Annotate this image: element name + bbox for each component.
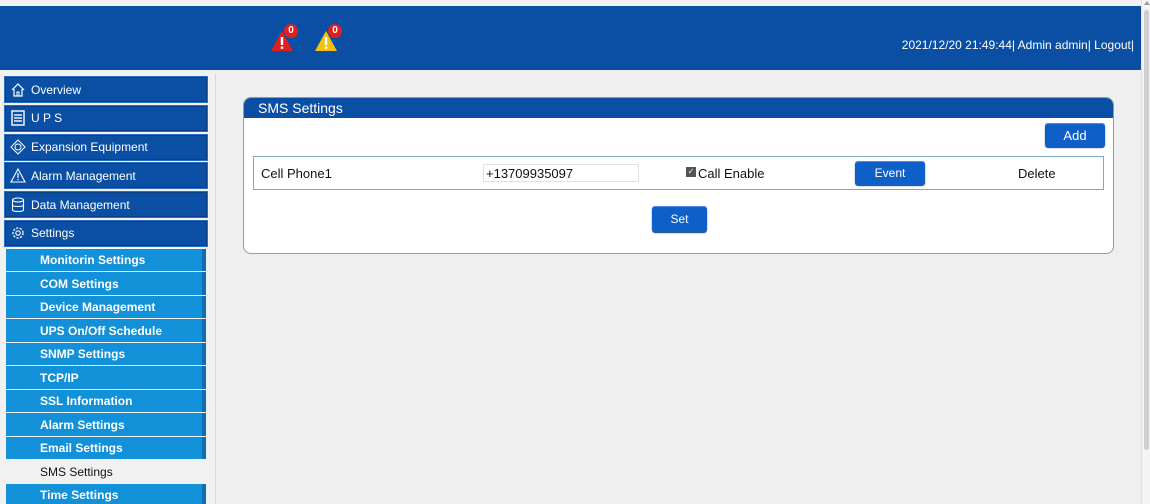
top-header: 0 0 2021/12/20 21:49:44| Admin admin| Lo… — [0, 6, 1141, 70]
event-button[interactable]: Event — [855, 161, 925, 185]
submenu-item-email-settings[interactable]: Email Settings — [6, 436, 206, 460]
sidebar-item-label: Settings — [31, 226, 75, 241]
sidebar-item-expansion-equipment[interactable]: Expansion Equipment — [4, 133, 208, 161]
current-user: Admin admin| — [1017, 38, 1091, 52]
submenu-item-snmp-settings[interactable]: SNMP Settings — [6, 342, 206, 366]
sidebar-item-label: Alarm Management — [31, 168, 136, 183]
scroll-thumb[interactable] — [1144, 10, 1149, 450]
submenu-item-alarm-settings[interactable]: Alarm Settings — [6, 413, 206, 436]
submenu-item-com-settings[interactable]: COM Settings — [6, 272, 206, 295]
main-content: SMS Settings Add Cell Phone1 ✓ Call Enab… — [215, 74, 1141, 504]
panel-title: SMS Settings — [244, 98, 1113, 118]
submenu-item-ups-schedule[interactable]: UPS On/Off Schedule — [6, 319, 206, 342]
add-button[interactable]: Add — [1045, 123, 1105, 147]
sidebar-item-label: U P S — [31, 111, 63, 126]
warning-icon — [5, 165, 31, 187]
delete-link[interactable]: Delete — [1018, 166, 1056, 181]
sidebar-item-alarm-management[interactable]: Alarm Management — [4, 162, 208, 190]
gear-icon — [5, 222, 31, 244]
sidebar-item-label: Data Management — [31, 197, 130, 212]
expansion-icon — [5, 136, 31, 158]
submenu-item-time-settings[interactable]: Time Settings — [6, 483, 206, 504]
sidebar-item-overview[interactable]: Overview — [4, 76, 208, 103]
warning-alarm-indicator[interactable]: 0 — [314, 24, 346, 54]
critical-alarm-count: 0 — [284, 24, 298, 38]
sidebar-item-label: Expansion Equipment — [31, 140, 148, 155]
sms-settings-page: 0 0 2021/12/20 21:49:44| Admin admin| Lo… — [0, 0, 1150, 504]
server-icon — [5, 107, 31, 129]
submenu-item-device-management[interactable]: Device Management — [6, 295, 206, 319]
warning-alarm-count: 0 — [328, 24, 342, 38]
recipient-name: Cell Phone1 — [261, 166, 332, 181]
vertical-scrollbar[interactable] — [1141, 0, 1150, 504]
submenu-item-ssl-information[interactable]: SSL Information — [6, 389, 206, 413]
home-icon — [5, 79, 31, 101]
call-enable-label: Call Enable — [698, 166, 765, 181]
checkbox-checked-icon: ✓ — [686, 167, 696, 177]
sidebar-item-ups[interactable]: U P S — [4, 104, 208, 132]
logout-link[interactable]: Logout| — [1094, 38, 1134, 52]
submenu-item-monitoring-settings[interactable]: Monitorin Settings — [6, 248, 206, 272]
submenu-item-tcp-ip[interactable]: TCP/IP — [6, 366, 206, 389]
scroll-up-arrow-icon[interactable] — [1144, 1, 1150, 5]
phone-number-input[interactable] — [483, 164, 639, 182]
call-enable-checkbox[interactable]: ✓ Call Enable — [686, 166, 765, 181]
sms-settings-panel: SMS Settings Add Cell Phone1 ✓ Call Enab… — [243, 97, 1114, 254]
submenu-item-sms-settings[interactable]: SMS Settings — [6, 460, 206, 483]
database-icon — [5, 194, 31, 216]
sidebar-item-data-management[interactable]: Data Management — [4, 191, 208, 219]
sidebar-item-label: Overview — [31, 82, 82, 97]
sms-recipient-row: Cell Phone1 ✓ Call Enable Event Delete — [253, 156, 1104, 190]
set-button[interactable]: Set — [652, 206, 707, 232]
sidebar-item-settings[interactable]: Settings — [4, 219, 208, 247]
sidebar-nav: Overview U P S Expansion Equipment Alarm… — [4, 76, 208, 504]
datetime-display: 2021/12/20 21:49:44| — [901, 38, 1015, 52]
header-status: 2021/12/20 21:49:44| Admin admin| Logout… — [902, 38, 1134, 52]
critical-alarm-indicator[interactable]: 0 — [270, 24, 302, 54]
